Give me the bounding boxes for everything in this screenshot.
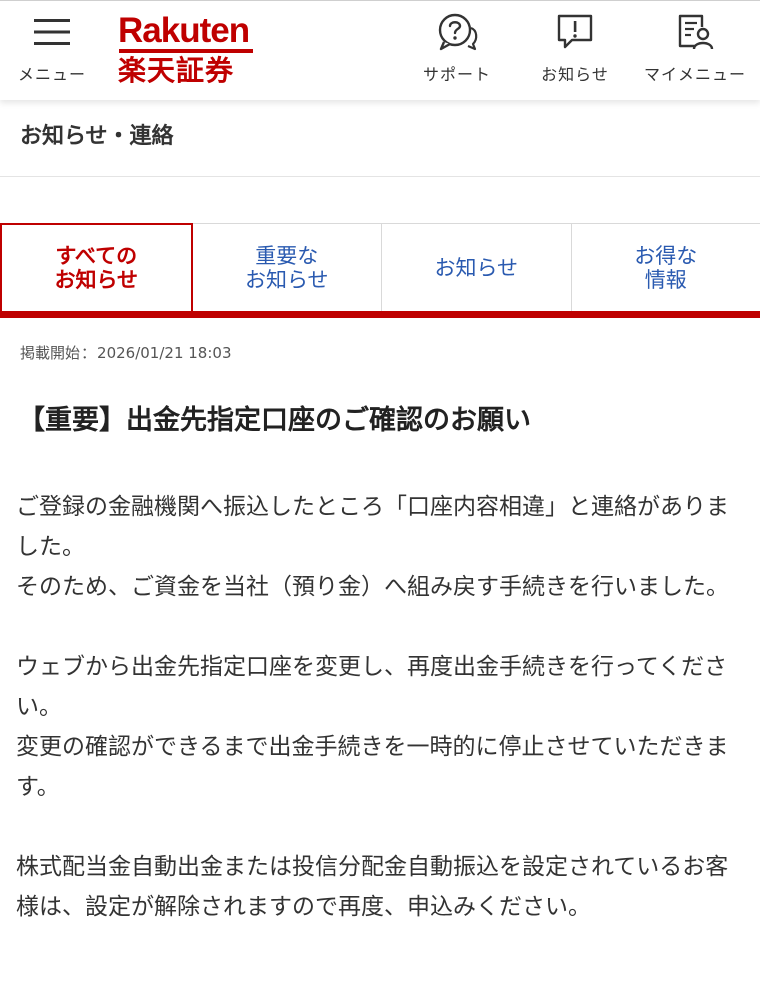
- menu-label: メニュー: [17, 65, 86, 84]
- support-button[interactable]: サポート: [414, 9, 500, 85]
- tab-underline-bar: [0, 311, 760, 318]
- my-menu-button[interactable]: マイメニュー: [638, 9, 752, 85]
- notice-line: 変更の確認ができるまで出金手続きを一時的に停止させていただきます。: [16, 734, 729, 800]
- logo-text-en: Rakuten: [118, 11, 250, 50]
- app-header: メニュー Rakuten 楽天証券 サポート お知らせ マイメニュー: [0, 0, 760, 100]
- posted-date-label: 掲載開始: [20, 344, 81, 362]
- tab-notices-label: お知らせ: [434, 255, 519, 280]
- notice-headline: 【重要】出金先指定口座のご確認のお願い: [18, 405, 531, 436]
- hamburger-icon: [33, 9, 71, 55]
- my-menu-label: マイメニュー: [643, 65, 746, 84]
- tab-notices[interactable]: お知らせ: [382, 223, 572, 311]
- logo-text-jp: 楽天証券: [118, 54, 235, 87]
- notice-line: ウェブから出金先指定口座を変更し、再度出金手続きを行ってください。: [16, 654, 728, 720]
- tab-important-notices-label: 重要な お知らせ: [244, 243, 329, 292]
- menu-button[interactable]: メニュー: [14, 9, 90, 85]
- tab-all-notices[interactable]: すべての お知らせ: [0, 223, 193, 311]
- tab-all-notices-label: すべての お知らせ: [54, 244, 139, 292]
- tab-deals-label: お得な 情報: [634, 243, 698, 292]
- rakuten-securities-logo[interactable]: Rakuten 楽天証券: [118, 11, 258, 91]
- notices-button[interactable]: お知らせ: [532, 9, 618, 85]
- notice-paragraph: 株式配当金自動出金または投信分配金自動振込を設定されているお客様は、設定が解除さ…: [16, 847, 746, 927]
- tab-important-notices[interactable]: 重要な お知らせ: [192, 223, 382, 311]
- my-menu-person-icon: [674, 9, 716, 55]
- page-title: お知らせ・連絡: [20, 124, 174, 149]
- notice-alert-icon: [555, 9, 595, 55]
- support-question-icon: [435, 9, 479, 55]
- notice-paragraph: ご登録の金融機関へ振込したところ「口座内容相違」と連絡がありました。 そのため、…: [16, 487, 746, 607]
- notice-paragraph: ウェブから出金先指定口座を変更し、再度出金手続きを行ってください。 変更の確認が…: [16, 647, 746, 807]
- posted-date: 掲載開始：2026/01/21 18:03: [20, 344, 232, 362]
- support-label: サポート: [422, 65, 491, 84]
- notice-line: ご登録の金融機関へ振込したところ「口座内容相違」と連絡がありました。: [16, 494, 729, 560]
- notice-line: 株式配当金自動出金または投信分配金自動振込を設定されているお客様は、設定が解除さ…: [16, 854, 729, 920]
- title-divider: [0, 176, 760, 177]
- notice-category-tabs: すべての お知らせ 重要な お知らせ お知らせ お得な 情報: [0, 223, 760, 311]
- posted-date-value: 2026/01/21 18:03: [97, 344, 232, 362]
- tab-deals[interactable]: お得な 情報: [571, 223, 760, 311]
- notice-line: そのため、ご資金を当社（預り金）へ組み戻す手続きを行いました。: [16, 574, 729, 600]
- notice-body: ご登録の金融機関へ振込したところ「口座内容相違」と連絡がありました。 そのため、…: [16, 487, 746, 967]
- notices-label: お知らせ: [541, 65, 609, 84]
